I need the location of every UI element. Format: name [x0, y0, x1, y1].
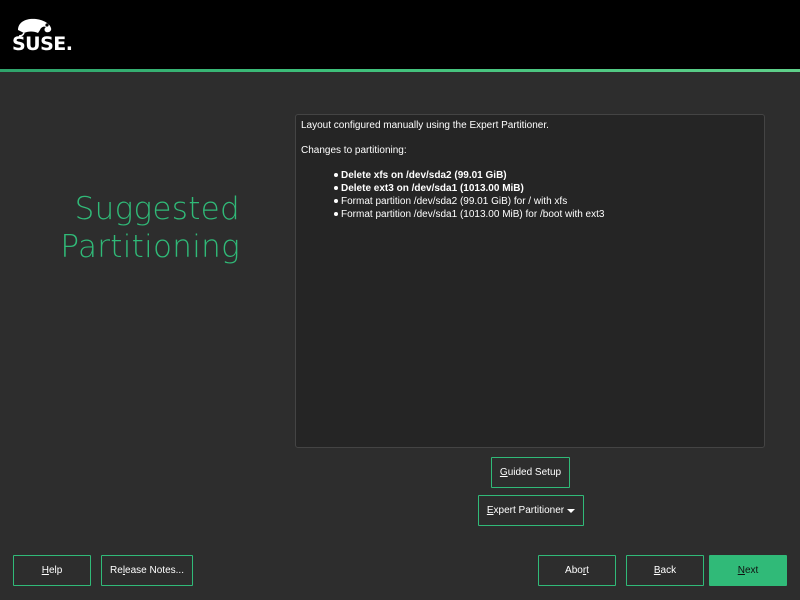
logo-text: SUSE.: [12, 33, 73, 55]
page-title: Suggested Partitioning: [60, 190, 240, 266]
change-item: Format partition /dev/sda1 (1013.00 MiB)…: [334, 208, 759, 221]
changes-heading: Changes to partitioning:: [301, 145, 407, 156]
release-notes-button[interactable]: Re l ease Notes...: [101, 555, 193, 586]
page-title-line1: Suggested: [74, 191, 240, 227]
partitioning-summary-panel[interactable]: Layout configured manually using the Exp…: [295, 114, 765, 448]
summary-intro: Layout configured manually using the Exp…: [301, 120, 549, 131]
expert-partitioner-button[interactable]: Expert Partitioner: [478, 495, 584, 526]
back-button[interactable]: Back: [626, 555, 704, 586]
page-title-line2: Partitioning: [60, 229, 240, 265]
change-item: Delete xfs on /dev/sda2 (99.01 GiB): [334, 169, 759, 182]
next-button[interactable]: Next: [709, 555, 787, 586]
change-item: Format partition /dev/sda2 (99.01 GiB) f…: [334, 195, 759, 208]
header-accent-line: [0, 69, 800, 72]
dropdown-arrow-icon: [567, 508, 576, 513]
suse-logo: SUSE.: [12, 16, 92, 56]
help-button[interactable]: Help: [13, 555, 91, 586]
abort-button[interactable]: Abo r t: [538, 555, 616, 586]
guided-setup-button[interactable]: Guided Setup: [491, 457, 570, 488]
header-bar: SUSE.: [0, 0, 800, 69]
change-item: Delete ext3 on /dev/sda1 (1013.00 MiB): [334, 182, 759, 195]
changes-list: Delete xfs on /dev/sda2 (99.01 GiB) Dele…: [334, 169, 759, 221]
